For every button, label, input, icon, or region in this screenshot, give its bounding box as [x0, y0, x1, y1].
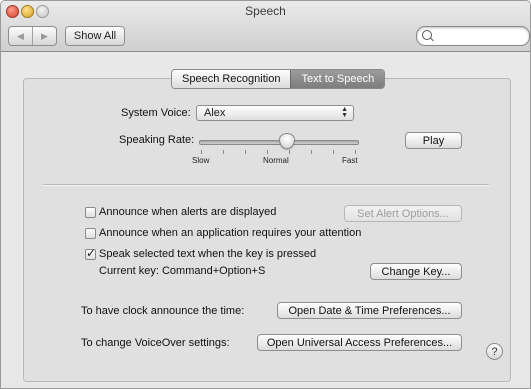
- speaking-rate-label: Speaking Rate:: [119, 134, 195, 146]
- tab-bar: Speech Recognition Text to Speech: [171, 69, 386, 89]
- slider-tick: [245, 150, 246, 154]
- speak-selected-text-checkbox[interactable]: [85, 246, 96, 260]
- system-voice-label: System Voice:: [121, 107, 191, 119]
- slider-tick: [201, 150, 202, 154]
- open-universal-access-preferences-button[interactable]: Open Universal Access Preferences...: [257, 334, 462, 351]
- back-arrow-icon[interactable]: ◀: [9, 27, 32, 45]
- clock-announce-label: To have clock announce the time:: [81, 305, 245, 317]
- current-key-text: Current key: Command+Option+S: [99, 265, 266, 277]
- announce-attention-checkbox[interactable]: [85, 228, 96, 239]
- speak-selected-text-label: Speak selected text when the key is pres…: [99, 248, 317, 260]
- change-key-button[interactable]: Change Key...: [370, 263, 462, 280]
- search-input[interactable]: [435, 28, 527, 44]
- forward-arrow-icon[interactable]: ▶: [32, 27, 56, 45]
- rate-fast-label: Fast: [342, 156, 358, 165]
- slider-tick: [311, 150, 312, 154]
- search-field[interactable]: [416, 26, 530, 46]
- slider-tick: [267, 150, 268, 154]
- open-date-time-preferences-button[interactable]: Open Date & Time Preferences...: [277, 302, 462, 319]
- system-voice-value: Alex: [204, 107, 226, 119]
- speech-preferences-window: Speech ◀ ▶ Show All Speech Recognition T…: [0, 0, 531, 389]
- set-alert-options-button[interactable]: Set Alert Options...: [344, 205, 462, 222]
- rate-slow-label: Slow: [192, 156, 210, 165]
- help-button[interactable]: ?: [486, 343, 503, 360]
- slider-tick: [223, 150, 224, 154]
- voiceover-settings-label: To change VoiceOver settings:: [81, 337, 230, 349]
- popup-arrows-icon: ▲ ▼: [341, 106, 348, 119]
- slider-tick: [333, 150, 334, 154]
- show-all-button[interactable]: Show All: [65, 26, 125, 46]
- rate-normal-label: Normal: [263, 156, 289, 165]
- slider-tick: [289, 150, 290, 154]
- window-title: Speech: [245, 4, 286, 18]
- announce-attention-label: Announce when an application requires yo…: [99, 227, 362, 239]
- tab-speech-recognition[interactable]: Speech Recognition: [172, 70, 291, 88]
- title-bar: Speech ◀ ▶ Show All: [1, 1, 530, 52]
- announce-alerts-checkbox[interactable]: [85, 207, 96, 218]
- play-button[interactable]: Play: [405, 132, 462, 149]
- system-voice-popup[interactable]: Alex ▲ ▼: [196, 105, 354, 121]
- preference-pane: Speech Recognition Text to Speech System…: [1, 52, 530, 388]
- tab-text-to-speech[interactable]: Text to Speech: [290, 70, 385, 88]
- announce-alerts-label: Announce when alerts are displayed: [99, 206, 277, 218]
- back-forward-control[interactable]: ◀ ▶: [8, 26, 57, 46]
- slider-tick: [355, 150, 356, 154]
- search-icon: [422, 30, 432, 40]
- section-divider: [43, 184, 489, 186]
